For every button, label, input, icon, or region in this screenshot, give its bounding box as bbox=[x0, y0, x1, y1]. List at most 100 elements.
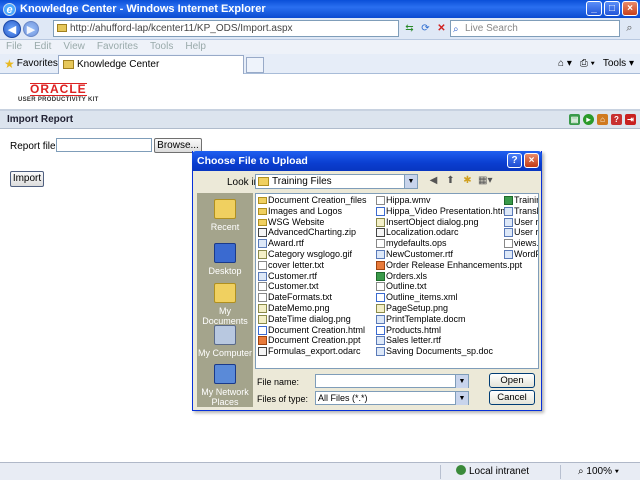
file-item[interactable]: Formulas_export.odarc bbox=[257, 346, 375, 357]
security-zone: Local intranet bbox=[456, 465, 529, 479]
file-item[interactable]: Order Release Enhancements.ppt bbox=[375, 260, 522, 271]
txt-file-icon bbox=[258, 282, 267, 292]
file-item[interactable]: User repor bbox=[503, 227, 538, 238]
menu-edit[interactable]: Edit bbox=[28, 40, 57, 54]
file-item[interactable]: PrintTemplate.docm bbox=[375, 314, 503, 325]
file-item[interactable]: Orders.xls bbox=[375, 271, 503, 282]
address-input[interactable]: http://ahufford-lap/kcenter11/KP_ODS/Imp… bbox=[53, 20, 399, 37]
close-window-button[interactable]: × bbox=[622, 1, 638, 16]
file-item[interactable]: Customer.txt bbox=[257, 281, 375, 292]
file-item[interactable]: views.txt bbox=[503, 238, 538, 249]
place-my-network[interactable]: My Network Places bbox=[197, 364, 253, 407]
forward-button[interactable]: ▶ bbox=[23, 21, 39, 37]
print-icon[interactable]: ⎙ ▾ bbox=[580, 57, 595, 71]
stop-icon[interactable]: ✕ bbox=[434, 21, 449, 36]
up-folder-icon[interactable]: ⬆ bbox=[444, 174, 457, 187]
menu-favorites[interactable]: Favorites bbox=[91, 40, 144, 54]
back-button[interactable]: ◀ bbox=[3, 20, 21, 38]
maximize-button[interactable]: □ bbox=[604, 1, 620, 16]
file-item[interactable]: Customer.rtf bbox=[257, 271, 375, 282]
menu-tools[interactable]: Tools bbox=[144, 40, 179, 54]
address-url: http://ahufford-lap/kcenter11/KP_ODS/Imp… bbox=[70, 23, 293, 34]
html-file-icon bbox=[376, 206, 385, 216]
file-item[interactable]: WSG Website bbox=[257, 217, 375, 228]
favorites-button[interactable]: ★ Favorites bbox=[4, 56, 58, 72]
file-item[interactable]: Outline_items.xml bbox=[375, 292, 503, 303]
dialog-titlebar: Choose File to Upload ? × bbox=[192, 151, 542, 171]
folder-icon bbox=[258, 177, 269, 186]
help-icon[interactable]: ? bbox=[611, 114, 622, 125]
file-item[interactable]: Saving Documents_sp.doc bbox=[375, 346, 503, 357]
file-item[interactable]: Hippa.wmv bbox=[375, 195, 503, 206]
file-item[interactable]: DateFormats.txt bbox=[257, 292, 375, 303]
excel-file-icon bbox=[504, 196, 513, 205]
file-item[interactable]: mydefaults.ops bbox=[375, 238, 503, 249]
file-item[interactable]: Document Creation.ppt bbox=[257, 335, 375, 346]
doc-file-icon bbox=[504, 217, 513, 227]
file-item[interactable]: DateTime dialog.png bbox=[257, 314, 375, 325]
file-item[interactable]: Products.html bbox=[375, 325, 503, 336]
tab-favicon-icon bbox=[63, 60, 74, 69]
zoom-control[interactable]: ⌕ 100% ▾ bbox=[578, 465, 619, 479]
folder-file-icon bbox=[258, 197, 267, 204]
file-name: Hippa.wmv bbox=[386, 195, 431, 205]
file-item[interactable]: cover letter.txt bbox=[257, 260, 375, 271]
view-menu-icon[interactable]: ▦▾ bbox=[478, 174, 492, 187]
place-my-computer[interactable]: My Computer bbox=[197, 325, 253, 358]
file-item[interactable]: User repor bbox=[503, 217, 538, 228]
dialog-help-button[interactable]: ? bbox=[507, 153, 522, 168]
file-type-select[interactable]: All Files (*.*) ▼ bbox=[315, 391, 469, 405]
go-icon[interactable]: ⇆ bbox=[402, 21, 417, 36]
look-in-dropdown[interactable]: Training Files ▼ bbox=[255, 174, 418, 189]
menu-view[interactable]: View bbox=[57, 40, 91, 54]
file-item[interactable]: Document Creation.html bbox=[257, 325, 375, 336]
report-file-input[interactable] bbox=[56, 138, 152, 152]
status-bar: Local intranet ⌕ 100% ▾ bbox=[0, 462, 640, 480]
file-name: Document Creation.html bbox=[268, 324, 366, 335]
tools-button[interactable]: Tools ▾ bbox=[603, 57, 634, 71]
menu-file[interactable]: File bbox=[0, 40, 28, 54]
txt-file-icon bbox=[504, 239, 513, 249]
open-button[interactable]: Open bbox=[489, 373, 535, 388]
file-item[interactable]: Outline.txt bbox=[375, 281, 503, 292]
file-item[interactable]: Localization.odarc bbox=[375, 227, 503, 238]
file-item[interactable]: WordPad c bbox=[503, 249, 538, 260]
place-desktop[interactable]: Desktop bbox=[197, 243, 253, 276]
file-item[interactable]: Sales letter.rtf bbox=[375, 335, 503, 346]
file-item[interactable]: NewCustomer.rtf bbox=[375, 249, 503, 260]
logo-subtitle: USER PRODUCTIVITY KIT bbox=[18, 97, 99, 103]
file-item[interactable]: AdvancedCharting.zip bbox=[257, 227, 375, 238]
img-file-icon bbox=[258, 303, 267, 313]
file-item[interactable]: Document Creation_files bbox=[257, 195, 375, 206]
menu-help[interactable]: Help bbox=[179, 40, 212, 54]
search-input[interactable]: ⌕ Live Search bbox=[450, 20, 620, 37]
file-item[interactable]: Award.rtf bbox=[257, 238, 375, 249]
file-item[interactable]: PageSetup.png bbox=[375, 303, 503, 314]
home-icon[interactable]: ⌂ ▾ bbox=[558, 57, 572, 71]
file-name-input[interactable]: ▼ bbox=[315, 374, 469, 388]
file-item[interactable]: Training.x bbox=[503, 195, 538, 206]
file-item[interactable]: Images and Logos bbox=[257, 206, 375, 217]
place-recent[interactable]: Recent bbox=[197, 199, 253, 232]
home-page-icon[interactable]: ⌂ bbox=[597, 114, 608, 125]
file-item[interactable]: Category wsglogo.gif bbox=[257, 249, 375, 260]
dialog-close-button[interactable]: × bbox=[524, 153, 539, 168]
file-item[interactable]: Hippa_Video Presentation.html bbox=[375, 206, 510, 217]
cancel-button[interactable]: Cancel bbox=[489, 390, 535, 405]
import-button[interactable]: Import bbox=[10, 171, 44, 187]
search-icon[interactable]: ⌕ bbox=[622, 21, 637, 36]
exit-icon[interactable]: ⇥ bbox=[625, 114, 636, 125]
new-folder-icon[interactable]: ✱ bbox=[461, 174, 474, 187]
place-my-documents[interactable]: My Documents bbox=[197, 283, 253, 326]
file-item[interactable]: InsertObject dialog.png bbox=[375, 217, 503, 228]
new-tab-button[interactable] bbox=[246, 57, 264, 73]
forward-nav-icon[interactable]: ▸ bbox=[583, 114, 594, 125]
refresh-icon[interactable]: ⟳ bbox=[418, 21, 433, 36]
back-folder-icon[interactable]: ◀ bbox=[427, 174, 440, 187]
file-item[interactable]: DateMemo.png bbox=[257, 303, 375, 314]
file-item[interactable]: Translatior bbox=[503, 206, 538, 217]
tab-knowledge-center[interactable]: Knowledge Center bbox=[58, 55, 244, 74]
minimize-button[interactable]: _ bbox=[586, 1, 602, 16]
save-icon[interactable]: ▤ bbox=[569, 114, 580, 125]
txt-file-icon bbox=[376, 239, 385, 249]
